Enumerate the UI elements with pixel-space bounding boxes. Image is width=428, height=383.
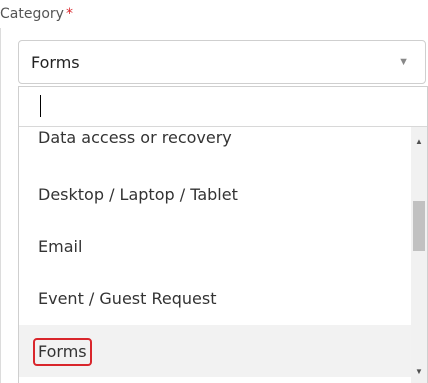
option-label: Desktop / Laptop / Tablet: [38, 185, 238, 204]
option-label: Event / Guest Request: [38, 289, 217, 308]
scrollbar-thumb[interactable]: [413, 201, 425, 251]
option-label: Data access or recovery: [38, 128, 232, 147]
option-label: Email: [38, 237, 83, 256]
category-selected-value: Forms: [31, 53, 80, 72]
dropdown-search-input[interactable]: [29, 93, 409, 121]
option-email[interactable]: Email: [19, 221, 411, 273]
category-label: Category *: [0, 6, 73, 22]
category-label-text: Category: [0, 6, 64, 22]
form-edge: [0, 28, 11, 383]
category-select[interactable]: Forms ▼: [18, 40, 426, 84]
options-list: Data access or recovery Desktop / Laptop…: [19, 127, 411, 377]
scroll-up-icon[interactable]: ▲: [415, 137, 423, 146]
dropdown-scrollbar[interactable]: ▲ ▼: [411, 127, 427, 383]
option-data-access-or-recovery[interactable]: Data access or recovery: [19, 127, 411, 169]
required-asterisk: *: [65, 6, 73, 22]
chevron-down-icon[interactable]: ▼: [398, 56, 409, 68]
dropdown-search-box[interactable]: [19, 87, 427, 127]
scroll-down-icon[interactable]: ▼: [415, 367, 423, 376]
option-label: Forms: [33, 338, 92, 366]
option-event-guest-request[interactable]: Event / Guest Request: [19, 273, 411, 325]
option-desktop-laptop-tablet[interactable]: Desktop / Laptop / Tablet: [19, 169, 411, 221]
option-forms[interactable]: Forms: [19, 325, 411, 377]
category-dropdown: Data access or recovery Desktop / Laptop…: [18, 86, 428, 383]
text-cursor: [40, 95, 41, 117]
